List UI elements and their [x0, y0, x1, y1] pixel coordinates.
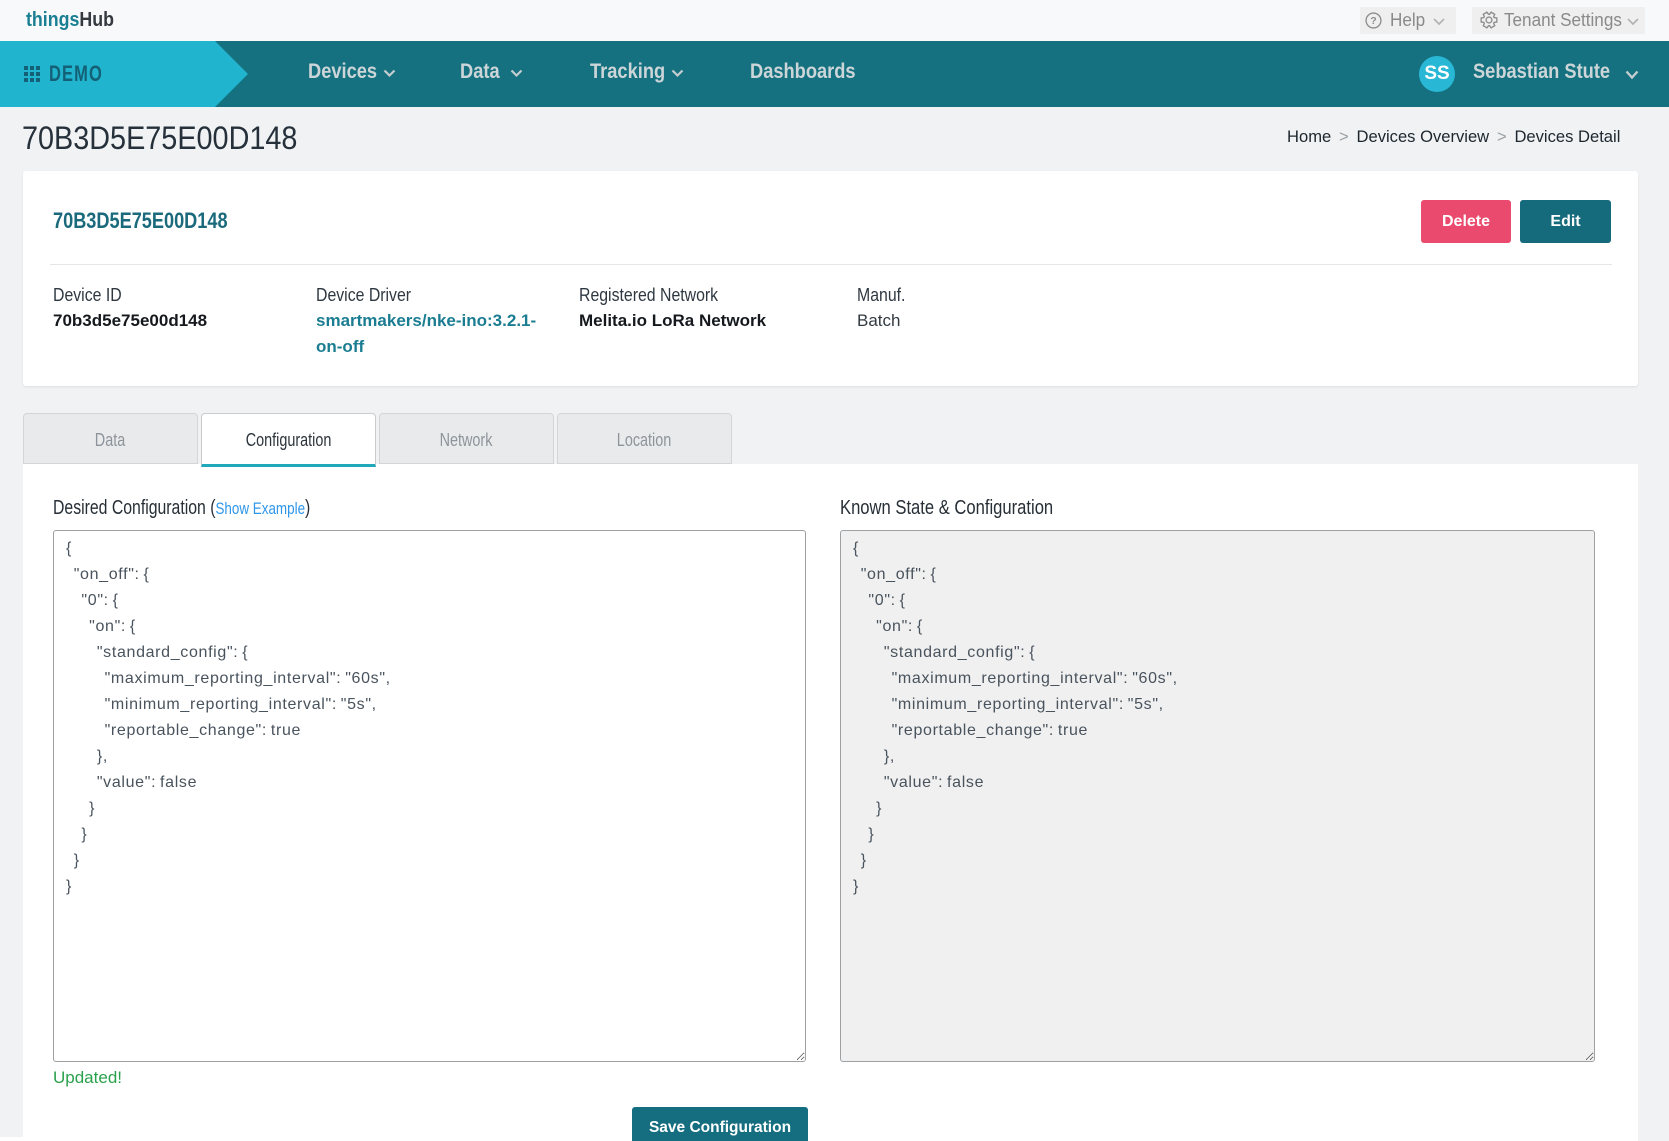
svg-text:?: ?	[1370, 16, 1376, 27]
